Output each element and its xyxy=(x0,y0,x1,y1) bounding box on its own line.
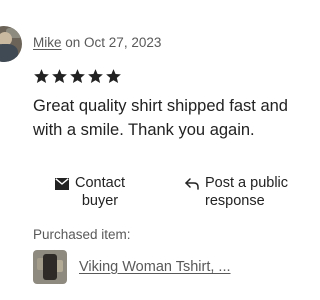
star-rating xyxy=(33,68,122,85)
star-icon xyxy=(52,69,67,84)
reply-icon xyxy=(185,177,199,195)
purchased-item-label: Purchased item: xyxy=(33,227,131,242)
post-response-label-line1: Post a public xyxy=(205,175,289,191)
avatar[interactable] xyxy=(0,26,22,62)
contact-buyer-button[interactable]: Contact buyer xyxy=(55,174,125,210)
star-icon xyxy=(70,69,85,84)
mail-icon xyxy=(55,177,69,195)
review-text: Great quality shirt shipped fast and wit… xyxy=(33,97,288,139)
contact-buyer-label-line1: Contact xyxy=(75,175,125,191)
item-thumbnail[interactable] xyxy=(33,250,67,284)
review-meta: Mike on Oct 27, 2023 xyxy=(33,35,161,50)
post-public-response-button[interactable]: Post a public response xyxy=(185,174,288,210)
reviewer-name[interactable]: Mike xyxy=(33,35,62,50)
purchased-item-link[interactable]: Viking Woman Tshirt, ... xyxy=(79,259,231,275)
star-icon xyxy=(88,69,103,84)
post-response-label-line2: response xyxy=(205,193,265,209)
star-icon xyxy=(34,69,49,84)
star-icon xyxy=(106,69,121,84)
contact-buyer-label-line2: buyer xyxy=(81,193,119,209)
review-date: on Oct 27, 2023 xyxy=(65,35,162,50)
